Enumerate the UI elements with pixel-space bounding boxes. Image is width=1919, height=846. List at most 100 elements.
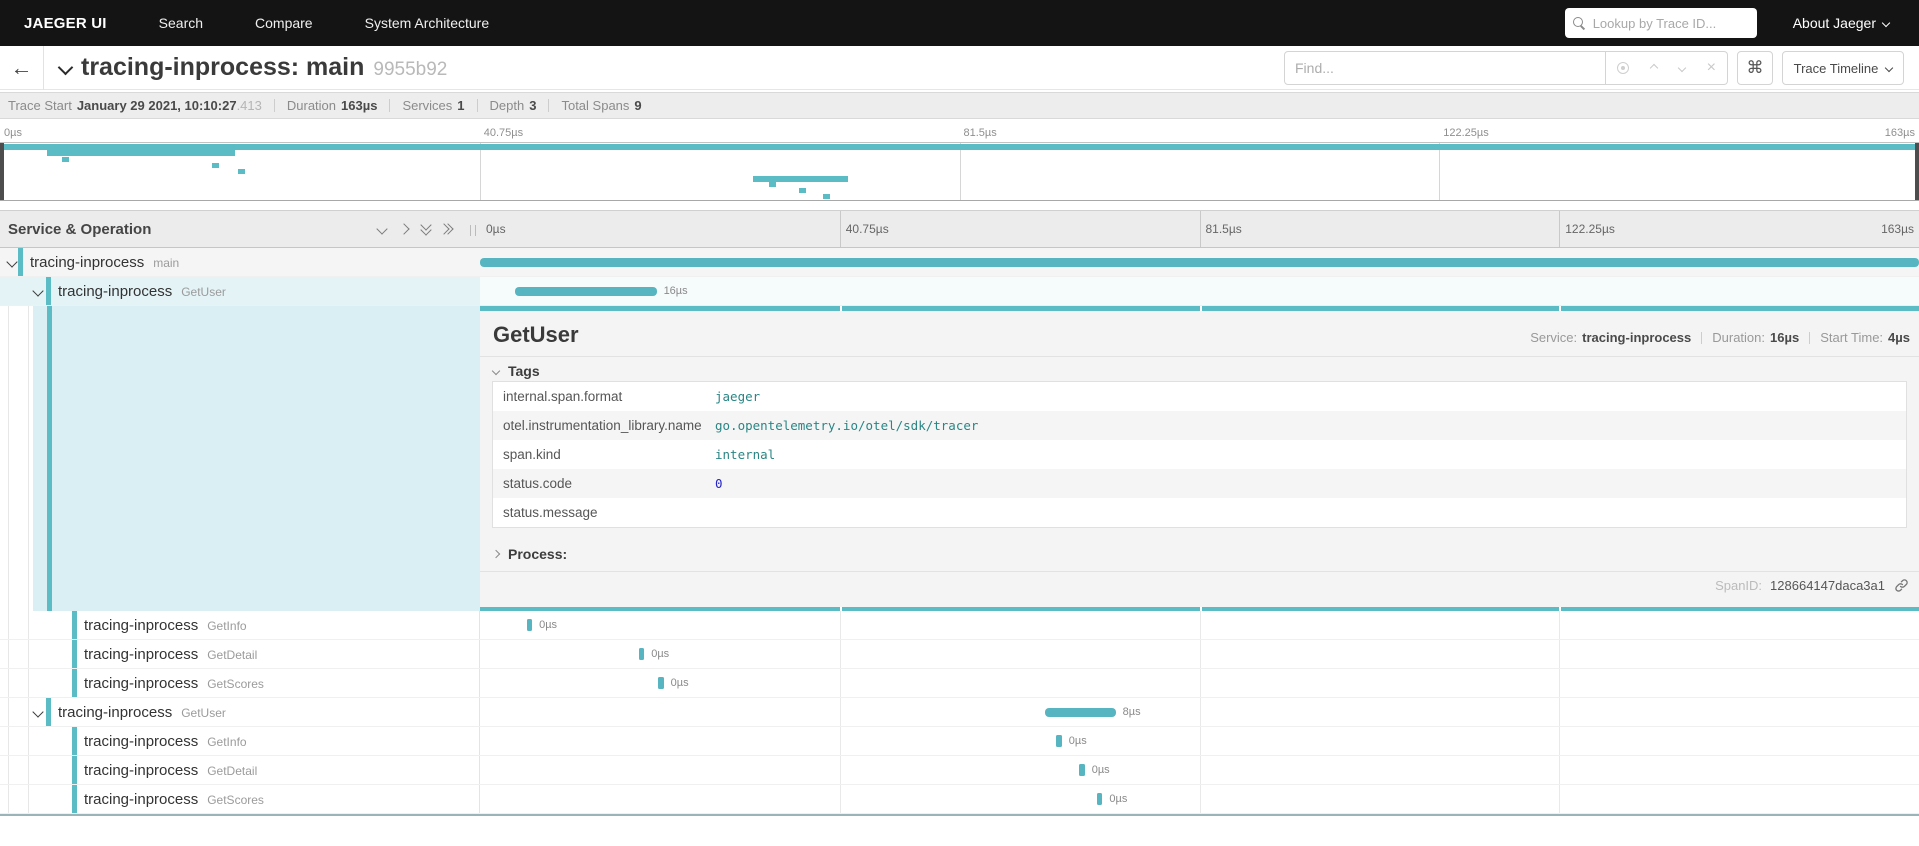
expand-all-icon[interactable] [444,225,452,233]
span-color-bar [72,785,77,813]
tags-table: internal.span.formatjaegerotel.instrumen… [492,381,1907,528]
service-value: tracing-inprocess [1582,330,1691,345]
span-row[interactable]: tracing-inprocessGetScores 0µs [0,785,1919,814]
minimap-tick-label: 0µs [4,127,22,139]
selected-span-highlight[interactable] [33,306,480,611]
span-row-name-cell[interactable]: tracing-inprocessGetScores [0,785,480,813]
span-row-name-cell[interactable]: tracing-inprocessGetInfo [0,611,480,639]
span-row[interactable]: tracing-inprocessGetDetail0µs [0,756,1919,785]
span-row-timeline-cell[interactable]: 0µs [480,756,1919,784]
timeline-table-header: Service & Operation 0µs40.75µs81.5µs122.… [0,210,1919,248]
trace-summary-bar: Trace Start January 29 2021, 10:10:27 .4… [0,92,1919,119]
span-row-timeline-cell[interactable]: 0µs [480,640,1919,668]
span-duration-bar[interactable] [1079,764,1084,776]
span-row[interactable]: tracing-inprocessGetDetail0µs [0,640,1919,669]
span-row[interactable]: tracing-inprocessGetUser 8µs [0,698,1919,727]
span-row-name-cell[interactable]: tracing-inprocessGetScores [0,669,480,697]
tags-section-header[interactable]: Tags [493,363,540,379]
span-row-name-cell[interactable]: tracing-inprocessGetInfo [0,727,480,755]
span-duration-bar[interactable] [1097,793,1102,805]
ruler-gridline [1200,211,1201,247]
ruler-gridline [1559,211,1560,247]
ruler-tick-label: 0µs [486,222,506,236]
ruler-tick-label: 81.5µs [1206,222,1242,236]
view-selector-dropdown[interactable]: Trace Timeline [1782,51,1904,85]
span-color-bar [46,698,51,726]
row-expand-chevron-icon[interactable] [6,256,17,267]
tag-row: span.kindinternal [493,440,1906,469]
span-row-timeline-cell[interactable] [480,248,1919,276]
operation-name: GetInfo [207,619,246,633]
span-row-timeline-cell[interactable]: 16µs [480,277,1919,305]
minimap-canvas[interactable] [0,142,1919,201]
find-box[interactable] [1284,51,1606,85]
span-duration-bar[interactable] [639,648,644,660]
nav-item-compare[interactable]: Compare [255,15,313,31]
span-duration-bar[interactable] [1056,735,1061,747]
ruler-tick-label: 40.75µs [846,222,889,236]
nav-item-search[interactable]: Search [159,15,203,31]
find-input[interactable] [1295,60,1585,76]
minimap-left-drag-handle[interactable] [0,143,4,200]
span-row[interactable]: tracing-inprocessmain [0,248,1919,277]
tag-value: 0 [715,476,723,491]
span-row-timeline-cell[interactable]: 8µs [480,698,1919,726]
indent-guide [28,669,29,697]
span-color-bar [72,611,77,639]
span-row[interactable]: tracing-inprocessGetInfo0µs [0,611,1919,640]
operation-name: GetUser [181,706,226,720]
row-expand-chevron-icon[interactable] [32,285,43,296]
span-row-name-cell[interactable]: tracing-inprocessmain [0,248,480,276]
jaeger-ui-brand[interactable]: JAEGER UI [24,15,107,32]
span-row-timeline-cell[interactable]: 0µs [480,785,1919,813]
expand-one-icon[interactable] [400,225,408,233]
span-row-name-cell[interactable]: tracing-inprocessGetUser [0,698,480,726]
span-row[interactable]: tracing-inprocessGetScores0µs [0,669,1919,698]
span-duration-label: 8µs [1123,706,1141,718]
column-resize-grip[interactable] [470,225,476,236]
span-row-name-cell[interactable]: tracing-inprocessGetDetail [0,640,480,668]
operation-name: GetDetail [207,648,257,662]
span-row-timeline-cell[interactable]: 0µs [480,669,1919,697]
service-name: tracing-inprocessGetUser [58,704,226,721]
span-duration-bar[interactable] [527,619,532,631]
span-row[interactable]: tracing-inprocessGetInfo0µs [0,727,1919,756]
back-arrow-icon: ← [11,55,33,81]
about-jaeger-menu[interactable]: About Jaeger [1793,15,1889,31]
divider [1701,332,1702,344]
span-duration-bar[interactable] [515,287,656,296]
minimap-right-drag-handle[interactable] [1915,143,1919,200]
span-row-name-cell[interactable]: tracing-inprocessGetDetail [0,756,480,784]
previous-match-icon[interactable] [1650,64,1658,72]
span-duration-bar[interactable] [1045,708,1116,717]
span-duration-bar[interactable] [480,258,1919,267]
trace-title-text: tracing-inprocess: main [81,53,364,81]
next-match-icon[interactable] [1678,64,1686,72]
indent-guide [8,640,9,668]
span-row-timeline-cell[interactable]: 0µs [480,727,1919,755]
row-expand-chevron-icon[interactable] [32,706,43,717]
span-row-name-cell[interactable]: tracing-inprocessGetUser [0,277,480,305]
trace-collapse-chevron-icon[interactable] [58,60,74,76]
span-duration-label: 0µs [1109,793,1127,805]
nav-item-system-architecture[interactable]: System Architecture [365,15,490,31]
clear-find-icon[interactable]: × [1707,59,1716,77]
collapse-one-icon[interactable] [378,225,386,233]
chevron-down-icon [1885,64,1893,72]
back-button[interactable]: ← [0,46,44,90]
span-row[interactable]: tracing-inprocessGetUser16µs [0,277,1919,306]
collapse-all-icon[interactable] [422,225,430,234]
indent-guide [8,669,9,697]
span-duration-bar[interactable] [658,677,663,689]
total-spans-label: Total Spans [561,98,629,113]
search-icon [1573,17,1586,30]
trace-id-lookup-box[interactable] [1565,8,1757,38]
trace-id-lookup-input[interactable] [1593,16,1743,31]
process-section-header[interactable]: Process: [493,546,567,562]
tag-row: otel.instrumentation_library.namego.open… [493,411,1906,440]
keyboard-shortcuts-button[interactable]: ⌘ [1737,51,1773,85]
focus-match-icon[interactable] [1617,62,1629,74]
divider [274,99,275,112]
span-row-timeline-cell[interactable]: 0µs [480,611,1919,639]
link-icon[interactable] [1894,578,1909,593]
